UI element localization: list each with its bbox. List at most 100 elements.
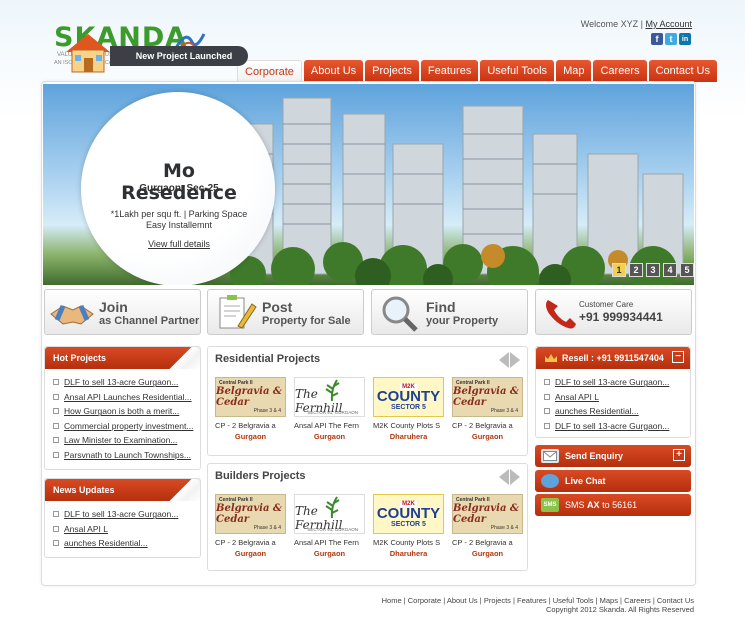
featured-project-title: Mo Resedence: [121, 160, 237, 204]
live-chat-button[interactable]: Live Chat: [535, 470, 691, 492]
my-account-link[interactable]: My Account: [645, 19, 692, 29]
project-logo-image[interactable]: The Fernhill SECTOR 91, GURGAON: [294, 494, 365, 534]
join-channel-partner-button[interactable]: Join as Channel Partner: [44, 289, 201, 335]
project-card[interactable]: M2K COUNTY SECTOR 5 M2K County Plots S Dh…: [373, 377, 444, 441]
footer-link[interactable]: Projects: [484, 596, 511, 605]
project-card[interactable]: The Fernhill SECTOR 91, GURGAON Ansal API…: [294, 377, 365, 441]
project-logo-image[interactable]: Central Park II Belgravia & Cedar Phase …: [215, 494, 286, 534]
project-logo-image[interactable]: The Fernhill SECTOR 91, GURGAON: [294, 377, 365, 417]
project-card[interactable]: M2K COUNTY SECTOR 5 M2K County Plots S Dh…: [373, 494, 444, 558]
sms-instruction: SMS AX to 56161: [565, 500, 637, 510]
list-item[interactable]: Ansal API L: [544, 390, 690, 405]
project-logo-image[interactable]: M2K COUNTY SECTOR 5: [373, 494, 444, 534]
bullet-box-icon: [53, 393, 59, 400]
list-item[interactable]: Law Minister to Examination...: [53, 433, 200, 448]
footer-link[interactable]: Corporate: [408, 596, 441, 605]
project-caption[interactable]: M2K County Plots S: [373, 421, 451, 430]
nav-useful-tools[interactable]: Useful Tools: [480, 60, 555, 82]
footer-link[interactable]: Home: [382, 596, 402, 605]
list-item-link[interactable]: Ansal API L: [64, 524, 108, 534]
facebook-icon[interactable]: f: [651, 33, 663, 45]
project-caption[interactable]: M2K County Plots S: [373, 538, 451, 547]
list-item[interactable]: How Gurgaon is both a merit...: [53, 404, 200, 419]
project-caption[interactable]: CP - 2 Belgravia a: [215, 421, 293, 430]
list-item[interactable]: Ansal API Launches Residential...: [53, 390, 200, 405]
list-item[interactable]: DLF to sell 13-acre Gurgaon...: [544, 419, 690, 434]
list-item-link[interactable]: Ansal API L: [555, 392, 599, 402]
list-item-link[interactable]: DLF to sell 13-acre Gurgaon...: [555, 421, 669, 431]
nav-contact-us[interactable]: Contact Us: [648, 60, 718, 82]
project-card[interactable]: Central Park II Belgravia & Cedar Phase …: [215, 494, 286, 558]
project-card[interactable]: The Fernhill SECTOR 91, GURGAON Ansal API…: [294, 494, 365, 558]
slide-4-button[interactable]: 4: [663, 263, 677, 277]
collapse-icon[interactable]: −: [672, 351, 684, 363]
list-item-link[interactable]: DLF to sell 13-acre Gurgaon...: [555, 377, 669, 387]
linkedin-icon[interactable]: in: [679, 33, 691, 45]
nav-projects[interactable]: Projects: [365, 60, 419, 82]
list-item[interactable]: aunches Residential...: [544, 404, 690, 419]
send-enquiry-button[interactable]: Send Enquiry +: [535, 445, 691, 467]
bullet-box-icon: [53, 437, 59, 444]
slide-5-button[interactable]: 5: [680, 263, 694, 277]
list-item-link[interactable]: DLF to sell 13-acre Gurgaon...: [64, 509, 178, 519]
prev-arrow-icon[interactable]: [499, 469, 509, 485]
project-logo-image[interactable]: Central Park II Belgravia & Cedar Phase …: [452, 494, 523, 534]
nav-features[interactable]: Features: [420, 60, 479, 82]
list-item[interactable]: Ansal API L: [53, 522, 200, 537]
project-card[interactable]: Central Park II Belgravia & Cedar Phase …: [452, 377, 523, 441]
project-caption[interactable]: CP - 2 Belgravia a: [452, 538, 530, 547]
resale-header: Resell : +91 9911547404 −: [536, 347, 690, 369]
expand-icon[interactable]: +: [673, 449, 685, 461]
next-arrow-icon[interactable]: [510, 352, 520, 368]
project-caption[interactable]: CP - 2 Belgravia a: [452, 421, 530, 430]
next-arrow-icon[interactable]: [510, 469, 520, 485]
twitter-icon[interactable]: t: [665, 33, 677, 45]
list-item[interactable]: Commercial property investment...: [53, 419, 200, 434]
footer-link[interactable]: Features: [517, 596, 547, 605]
project-caption[interactable]: CP - 2 Belgravia a: [215, 538, 293, 547]
list-item[interactable]: DLF to sell 13-acre Gurgaon...: [53, 507, 200, 522]
list-item-link[interactable]: Parsvnath to Launch Townships...: [64, 450, 191, 460]
list-item[interactable]: Parsvnath to Launch Townships...: [53, 448, 200, 463]
footer-link[interactable]: Maps: [600, 596, 618, 605]
list-item[interactable]: DLF to sell 13-acre Gurgaon...: [544, 375, 690, 390]
slide-1-button[interactable]: 1: [612, 263, 626, 277]
logo-text-sub: Phase 3 & 4: [490, 408, 518, 414]
nav-about-us[interactable]: About Us: [303, 60, 364, 82]
nav-careers[interactable]: Careers: [593, 60, 647, 82]
view-full-details-link[interactable]: View full details: [100, 239, 258, 249]
project-caption[interactable]: Ansal API The Fern: [294, 421, 372, 430]
project-caption[interactable]: Ansal API The Fern: [294, 538, 372, 547]
slide-3-button[interactable]: 3: [646, 263, 660, 277]
list-item-link[interactable]: Ansal API Launches Residential...: [64, 392, 192, 402]
prev-arrow-icon[interactable]: [499, 352, 509, 368]
footer-link[interactable]: Useful Tools: [553, 596, 594, 605]
find-property-button[interactable]: Find your Property: [371, 289, 528, 335]
sms-prefix: SMS: [565, 500, 585, 510]
nav-corporate[interactable]: Corporate: [237, 60, 302, 82]
project-card[interactable]: Central Park II Belgravia & Cedar Phase …: [215, 377, 286, 441]
project-logo-image[interactable]: M2K COUNTY SECTOR 5: [373, 377, 444, 417]
project-card[interactable]: Central Park II Belgravia & Cedar Phase …: [452, 494, 523, 558]
footer-link[interactable]: About Us: [447, 596, 478, 605]
list-item[interactable]: aunches Residential...: [53, 536, 200, 551]
list-item-link[interactable]: Law Minister to Examination...: [64, 435, 177, 445]
list-item[interactable]: DLF to sell 13-acre Gurgaon...: [53, 375, 200, 390]
list-item-link[interactable]: How Gurgaon is both a merit...: [64, 406, 179, 416]
customer-care-label: Customer Care: [579, 300, 634, 309]
list-item-link[interactable]: Commercial property investment...: [64, 421, 193, 431]
footer-link[interactable]: Careers: [624, 596, 651, 605]
bullet-box-icon: [53, 422, 59, 429]
slide-2-button[interactable]: 2: [629, 263, 643, 277]
footer-link[interactable]: Contact Us: [657, 596, 694, 605]
list-item-link[interactable]: DLF to sell 13-acre Gurgaon...: [64, 377, 178, 387]
bullet-box-icon: [53, 451, 59, 458]
post-property-button[interactable]: Post Property for Sale: [207, 289, 364, 335]
list-item-link[interactable]: aunches Residential...: [64, 538, 148, 548]
project-logo-image[interactable]: Central Park II Belgravia & Cedar Phase …: [215, 377, 286, 417]
project-logo-image[interactable]: Central Park II Belgravia & Cedar Phase …: [452, 377, 523, 417]
chat-bubble-icon: [541, 474, 559, 488]
list-item-link[interactable]: aunches Residential...: [555, 406, 639, 416]
builders-projects-panel: Builders Projects Central Park II Belgra…: [207, 463, 528, 571]
nav-map[interactable]: Map: [556, 60, 592, 82]
